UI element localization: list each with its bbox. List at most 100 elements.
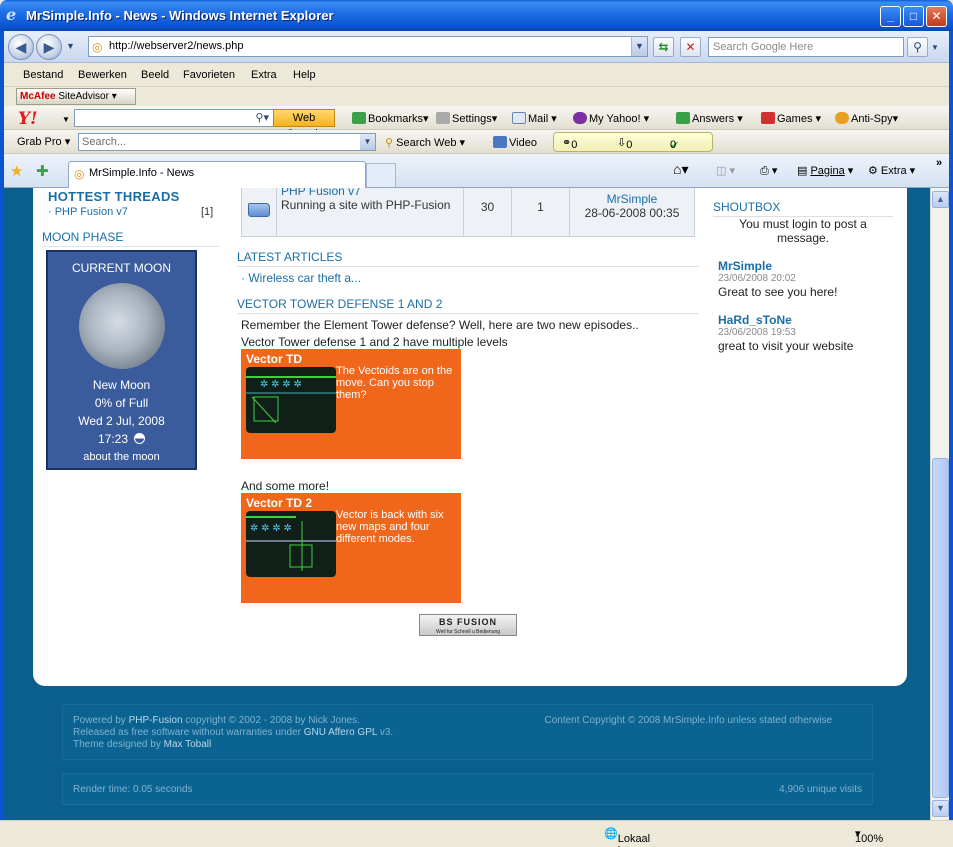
scroll-down-icon[interactable]: ▼ [932, 800, 949, 817]
my-yahoo-button[interactable]: My Yahoo! ▾ [573, 112, 649, 125]
search-web-button[interactable]: ⚲ Search Web ▾ [385, 136, 465, 149]
latest-articles-heading: LATEST ARTICLES [237, 250, 699, 267]
scroll-thumb[interactable] [932, 458, 949, 798]
shout-date-1: 23/06/2008 20:02 [718, 273, 796, 284]
page-icon: ◎ [92, 40, 103, 54]
search-options-icon[interactable]: ▼ [931, 43, 939, 52]
promo1-text: The Vectoids are on the move. Can you st… [336, 365, 453, 401]
moon-phase: New Moon [92, 378, 151, 392]
search-icon[interactable]: ⚲ [907, 37, 928, 57]
bs-fusion-sub: Weil fur Schnell u Bedienung [435, 629, 501, 635]
grab-search-dropdown-icon[interactable]: ▼ [360, 134, 375, 150]
vector-td2-promo[interactable]: Vector TD 2 ✲ ✲ ✲ ✲ Vector is back with … [241, 493, 461, 603]
status-bar: 🌐 Lokaal intranet 100% ▾ [0, 820, 953, 847]
promo1-title: Vector TD [246, 352, 303, 366]
grab-pro-toolbar: Grab Pro ▾ Search... ▼ ⚲ Search Web ▾ Vi… [0, 130, 953, 154]
web-search-button[interactable]: Web Search [273, 109, 335, 140]
tab-bar: ★ ✚ ◎ MrSimple.Info - News ⌂▾ ◫ ▾ ⎙ ▾ ▤ … [0, 154, 953, 188]
half-moon-icon [134, 433, 146, 444]
window-border-right [949, 31, 953, 847]
unique-visits: 4,906 unique visits [779, 784, 862, 795]
shout-user-2[interactable]: HaRd_sToNe [718, 313, 792, 327]
moon-time-row: 17:23 [48, 432, 195, 446]
yahoo-search-input[interactable]: ⚲▾ [74, 109, 274, 127]
answers-icon [676, 112, 690, 124]
gpl-link[interactable]: GNU Affero GPL [304, 727, 377, 738]
bookmarks-button[interactable]: Bookmarks▾ [352, 112, 429, 125]
menu-help[interactable]: Help [293, 69, 316, 81]
tab-page-icon: ◎ [74, 167, 85, 181]
designer-link[interactable]: Max Toball [164, 739, 212, 750]
menu-bewerken[interactable]: Bewerken [78, 69, 127, 81]
answers-button[interactable]: Answers ▾ [676, 112, 743, 125]
forward-button[interactable]: ▶ [36, 34, 62, 60]
home-icon[interactable]: ⌂▾ [673, 161, 688, 178]
yahoo-menu-icon[interactable]: ▼ [62, 115, 70, 124]
thread-link[interactable]: · PHP Fusion v7 [48, 206, 128, 218]
chevron-more-icon[interactable]: » [936, 157, 942, 169]
grab-pro-button[interactable]: Grab Pro ▾ [17, 135, 70, 148]
mcafee-label: SiteAdvisor [58, 91, 109, 102]
yahoo-logo[interactable]: Y! [18, 109, 38, 129]
anti-spy-button[interactable]: Anti-Spy▾ [835, 112, 898, 125]
minimize-button[interactable]: _ [880, 6, 901, 27]
about-moon-link[interactable]: about the moon [48, 451, 195, 463]
games-button[interactable]: Games ▾ [761, 112, 821, 125]
mcafee-siteadvisor-button[interactable]: McAfee SiteAdvisor ▾ [16, 88, 136, 105]
vertical-scrollbar[interactable]: ▲ ▼ [930, 188, 949, 820]
php-fusion-link[interactable]: PHP-Fusion [129, 715, 183, 726]
settings-icon [436, 112, 450, 124]
menu-extra[interactable]: Extra [251, 69, 277, 81]
forum-author[interactable]: MrSimple [570, 192, 694, 206]
forum-name[interactable]: PHP Fusion v7 [281, 188, 459, 198]
menu-favorieten[interactable]: Favorieten [183, 69, 235, 81]
content-copyright: Content Copyright © 2008 MrSimple.Info u… [544, 715, 832, 726]
forum-topic[interactable]: Running a site with PHP-Fusion [281, 198, 459, 212]
render-time: Render time: 0.05 seconds [73, 784, 193, 795]
menu-bar: Bestand Bewerken Beeld Favorieten Extra … [0, 63, 953, 87]
print-icon[interactable]: ⎙ ▾ [760, 164, 777, 178]
search-input[interactable]: Search Google Here [708, 37, 904, 57]
new-tab-button[interactable] [366, 163, 396, 187]
moon-full: 0% of Full [94, 396, 149, 410]
extra-menu[interactable]: ⚙ Extra ▾ [868, 164, 915, 177]
settings-button[interactable]: Settings▾ [436, 112, 497, 125]
video-button[interactable]: Video [493, 136, 537, 149]
refresh-button[interactable]: ⇆ [653, 37, 674, 57]
yahoo-toolbar: Y! ▼ ⚲▾ Web Search Bookmarks▾ Settings▾ … [0, 106, 953, 140]
forum-replies: 1 [512, 188, 570, 236]
favorites-star-icon[interactable]: ★ [10, 162, 23, 180]
mail-button[interactable]: Mail ▾ [512, 112, 557, 125]
add-favorite-icon[interactable]: ✚ [36, 162, 49, 180]
pagina-menu[interactable]: ▤ Pagina ▾ [797, 164, 853, 177]
grab-search-input[interactable]: Search... ▼ [78, 133, 376, 151]
stop-button[interactable]: ✕ [680, 37, 701, 57]
maximize-button[interactable]: □ [903, 6, 924, 27]
history-dropdown-icon[interactable]: ▼ [66, 41, 75, 51]
url-text: http://webserver2/news.php [109, 40, 244, 52]
address-dropdown-icon[interactable]: ▼ [631, 37, 647, 56]
forum-date: 28-06-2008 00:35 [584, 206, 680, 220]
close-button[interactable]: ✕ [926, 6, 947, 27]
mcafee-brand: McAfee [20, 91, 56, 102]
menu-beeld[interactable]: Beeld [141, 69, 169, 81]
mail-icon [512, 112, 526, 124]
vector-td-graphic: ✲ ✲ ✲ ✲ [246, 376, 336, 424]
news-title[interactable]: VECTOR TOWER DEFENSE 1 AND 2 [237, 297, 699, 314]
zoom-control[interactable]: 100% ▾ [855, 827, 883, 845]
feeds-icon[interactable]: ◫ ▾ [716, 164, 735, 177]
vector-td-promo[interactable]: Vector TD ✲ ✲ ✲ ✲ The Vectoids are on th… [241, 349, 461, 459]
footer-copyright: Powered by PHP-Fusion copyright © 2002 -… [62, 704, 873, 760]
menu-bestand[interactable]: Bestand [23, 69, 63, 81]
bs-fusion-badge[interactable]: BS FUSION Weil fur Schnell u Bedienung [419, 614, 517, 636]
scroll-up-icon[interactable]: ▲ [932, 191, 949, 208]
vector-td-screenshot: ✲ ✲ ✲ ✲ [246, 367, 336, 433]
svg-text:✲ ✲ ✲ ✲: ✲ ✲ ✲ ✲ [250, 523, 292, 534]
tab-active[interactable]: ◎ MrSimple.Info - News [68, 161, 366, 188]
shout-user-1[interactable]: MrSimple [718, 259, 772, 273]
article-link[interactable]: · Wireless car theft a... [241, 270, 361, 287]
forum-topic-cell: PHP Fusion v7 Running a site with PHP-Fu… [277, 188, 464, 236]
address-bar[interactable]: ◎ http://webserver2/news.php ▼ [88, 36, 648, 57]
moon-phase-heading: MOON PHASE [42, 230, 220, 247]
back-button[interactable]: ◀ [8, 34, 34, 60]
